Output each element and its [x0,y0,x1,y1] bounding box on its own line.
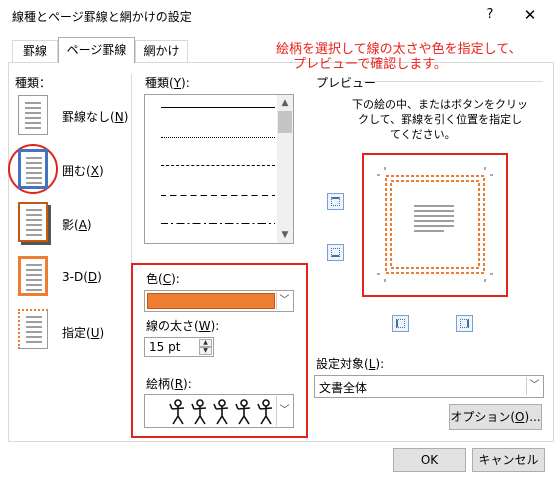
preview-separator [363,81,543,82]
tab-shading[interactable]: 網かけ [135,40,188,62]
art-figure-preview [167,398,279,432]
no-border-icon[interactable] [18,95,48,135]
stick-figure-art-icon [169,399,273,425]
chevron-down-icon[interactable]: ﹀ [526,377,542,395]
line-style-dash-dot[interactable] [161,223,275,224]
line-style-list[interactable]: ▲ ▼ [144,94,294,244]
title-bar: 線種とページ罫線と網かけの設定 ? ✕ [0,0,559,32]
tab-page-borders[interactable]: ページ罫線 [58,37,135,63]
cancel-button[interactable]: キャンセル [472,448,545,472]
color-dropdown[interactable]: ﹀ [144,290,294,312]
chevron-down-icon[interactable]: ﹀ [276,396,292,426]
preview-heading: プレビュー [316,76,377,90]
annotation-line-2: プレビューで確認します。 [293,57,447,72]
right-border-button[interactable] [456,315,473,332]
width-spinner[interactable]: 15 pt ▲ ▼ [144,337,214,357]
setting-shadow-label[interactable]: 影(A) [62,216,92,233]
apply-to-value: 文書全体 [319,381,368,395]
line-style-solid[interactable] [161,107,275,108]
preview-instruction-3: てください。 [390,128,456,141]
preview-instruction-2: クして、罫線を引く位置を指定し [358,113,523,126]
line-style-dotted[interactable] [161,137,275,138]
window-title: 線種とページ罫線と網かけの設定 [12,10,192,24]
page-preview[interactable] [377,167,493,282]
spin-up-icon[interactable]: ▲ [199,339,212,347]
setting-none-label[interactable]: 罫線なし(N) [62,108,128,125]
scroll-thumb[interactable] [278,111,292,133]
color-swatch [147,293,275,309]
art-dropdown[interactable]: ﹀ [144,394,294,428]
box-border-icon[interactable] [18,149,48,189]
style-heading: 種類(Y): [145,76,190,90]
page-border-preview-icon [377,167,493,282]
art-heading: 絵柄(R): [146,377,192,391]
color-heading: 色(C): [146,272,180,286]
setting-box-label[interactable]: 囲む(X) [62,162,104,179]
scroll-up-icon[interactable]: ▲ [277,95,293,111]
bottom-border-button[interactable] [327,244,344,261]
width-heading: 線の太さ(W): [146,319,220,333]
width-value: 15 pt [149,340,181,354]
setting-3d-label[interactable]: 3-D(D) [62,270,102,284]
style-list-scrollbar[interactable]: ▲ ▼ [277,95,293,243]
chevron-down-icon[interactable]: ﹀ [276,292,292,310]
3d-border-icon[interactable] [18,256,48,296]
custom-border-icon[interactable] [18,309,48,349]
spin-down-icon[interactable]: ▼ [199,347,212,355]
shadow-border-icon[interactable] [18,202,48,242]
setting-custom-label[interactable]: 指定(U) [62,324,104,341]
ok-button[interactable]: OK [393,448,466,472]
setting-heading: 種類： [15,76,52,90]
line-style-dashed[interactable] [161,195,275,196]
left-border-button[interactable] [392,315,409,332]
preview-instruction-1: 下の絵の中、またはボタンをクリッ [352,98,528,111]
options-button[interactable]: オプション(O)... [449,404,542,430]
tab-borders[interactable]: 罫線 [12,40,58,62]
close-button[interactable]: ✕ [516,4,544,26]
apply-to-dropdown[interactable]: 文書全体 ﹀ [314,375,544,398]
top-border-button[interactable] [327,193,344,210]
scroll-down-icon[interactable]: ▼ [277,227,293,243]
line-style-dashed-small[interactable] [161,165,275,166]
apply-to-heading: 設定対象(L): [316,357,385,371]
help-button[interactable]: ? [478,4,502,26]
